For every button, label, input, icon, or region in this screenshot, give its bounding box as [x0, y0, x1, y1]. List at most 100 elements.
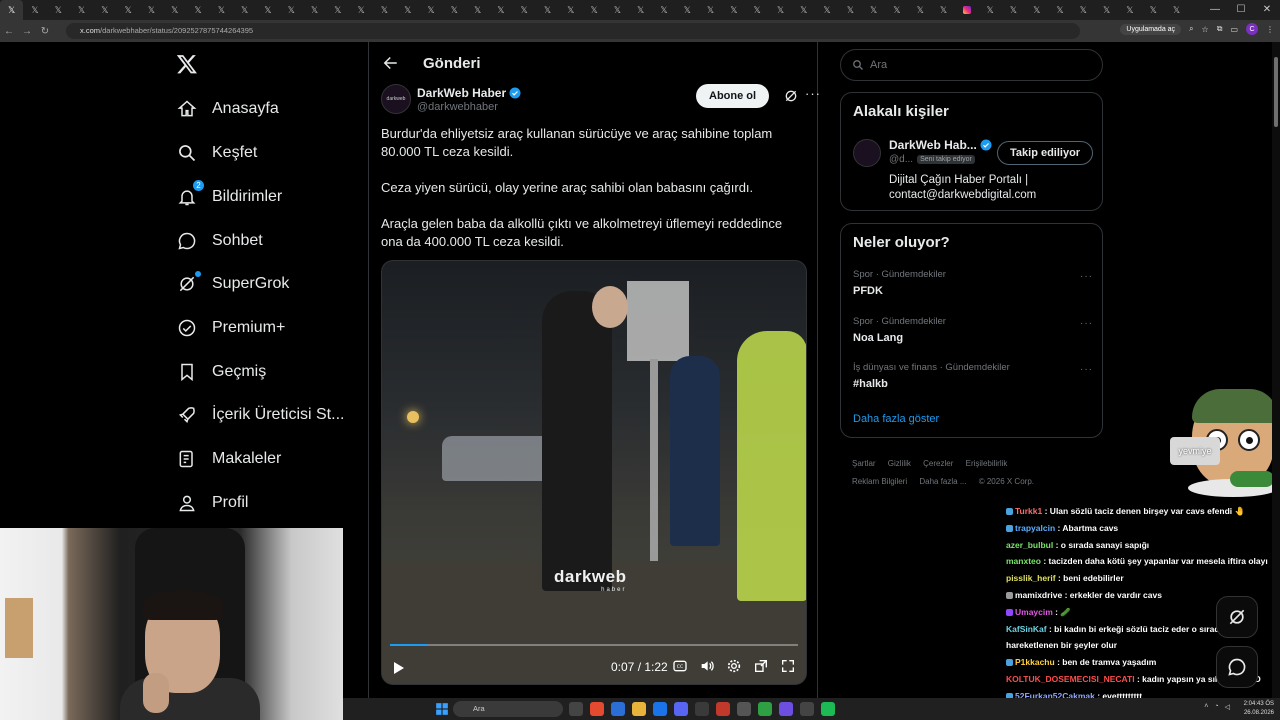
taskbar-clock[interactable]: 2:04:43 ÖS 26.08.2026 [1244, 700, 1274, 718]
browser-tab[interactable]: 𝕏 [443, 0, 466, 20]
related-name[interactable]: DarkWeb Hab... [889, 138, 977, 152]
task-view-icon[interactable] [569, 702, 583, 716]
browser-tab[interactable]: 𝕏 [1002, 0, 1025, 20]
maximize-icon[interactable]: ☐ [1228, 0, 1254, 20]
following-button[interactable]: Takip ediliyor [997, 141, 1094, 165]
browser-tab[interactable]: 𝕏 [722, 0, 745, 20]
browser-tab[interactable]: 𝕏 [23, 0, 46, 20]
search-input[interactable]: Ara [840, 49, 1103, 81]
footer-link[interactable]: Daha fazla ... [919, 477, 966, 486]
trend-more-icon[interactable]: ··· [1080, 318, 1093, 329]
nav-item-articles[interactable]: Makaleler [176, 444, 281, 474]
browser-tab[interactable]: 𝕏 [676, 0, 699, 20]
browser-tab[interactable]: 𝕏 [769, 0, 792, 20]
browser-tab[interactable]: 𝕏 [233, 0, 256, 20]
subscribe-button[interactable]: Abone ol [696, 84, 770, 108]
browser-tab[interactable]: 𝕏 [280, 0, 303, 20]
footer-link[interactable]: Gizlilik [888, 459, 911, 468]
browser-tab[interactable]: 𝕏 [0, 0, 24, 20]
grok-icon[interactable] [783, 88, 799, 104]
nav-item-premium[interactable]: Premium+ [176, 313, 285, 343]
browser-tab[interactable]: 𝕏 [186, 0, 209, 20]
browser-tab[interactable]: 𝕏 [1072, 0, 1095, 20]
nav-item-rocket[interactable]: İçerik Üreticisi St... [176, 400, 344, 430]
browser-tab[interactable]: 𝕏 [303, 0, 326, 20]
star-icon[interactable]: ☆ [1202, 25, 1209, 34]
play-icon[interactable] [390, 660, 406, 676]
author-handle[interactable]: @darkwebhaber [417, 101, 521, 113]
browser-tab[interactable]: 𝕏 [93, 0, 116, 20]
browser-tab[interactable]: 𝕏 [70, 0, 93, 20]
page-scrollbar[interactable] [1272, 42, 1280, 698]
browser-tab[interactable]: 𝕏 [116, 0, 139, 20]
browser-tab[interactable]: 𝕏 [839, 0, 862, 20]
chrome-icon[interactable] [590, 702, 604, 716]
nav-item-bell[interactable]: 2 Bildirimler [176, 180, 282, 212]
footer-link[interactable]: Çerezler [923, 459, 953, 468]
open-in-app-button[interactable]: Uygulamada aç [1120, 23, 1182, 35]
settings-icon[interactable] [737, 702, 751, 716]
spotify-icon[interactable] [821, 702, 835, 716]
popout-icon[interactable] [753, 658, 769, 674]
browser-tab[interactable]: 𝕏 [326, 0, 349, 20]
browser-tab[interactable]: 𝕏 [1095, 0, 1118, 20]
browser-tab[interactable]: 𝕏 [932, 0, 955, 20]
browser-tab[interactable]: 𝕏 [978, 0, 1001, 20]
author-name[interactable]: DarkWeb Haber [417, 86, 506, 100]
browser-tab[interactable]: 𝕏 [536, 0, 559, 20]
scroll-thumb[interactable] [1274, 57, 1278, 127]
volume-tray-icon[interactable]: ◁ [1225, 703, 1230, 711]
browser-tab[interactable]: 𝕏 [862, 0, 885, 20]
taskbar-search[interactable]: Ara [453, 701, 563, 717]
footer-link[interactable]: Şartlar [852, 459, 876, 468]
edge-icon[interactable] [653, 702, 667, 716]
browser-alt-icon[interactable] [758, 702, 772, 716]
tray-chevron-icon[interactable]: ˄ [1204, 703, 1208, 711]
media-icon[interactable] [716, 702, 730, 716]
show-more-link[interactable]: Daha fazla göster [853, 413, 939, 425]
browser-tab[interactable]: 𝕏 [47, 0, 70, 20]
wifi-icon[interactable]: ◔ [1214, 703, 1218, 711]
trend-item[interactable]: İş dünyası ve finans · Gündemdekiler #ha… [853, 362, 1093, 390]
nav-item-chat[interactable]: Sohbet [176, 226, 263, 256]
browser-tab[interactable]: 𝕏 [396, 0, 419, 20]
video-player[interactable]: darkweb haber 0:07 / 1:22 CC [381, 260, 807, 685]
extensions-icon[interactable]: ⧉ [1217, 24, 1223, 34]
browser-tab[interactable]: 𝕏 [373, 0, 396, 20]
browser-tab[interactable]: 𝕏 [466, 0, 489, 20]
zoom-icon[interactable]: ⌕ [1189, 24, 1193, 34]
x-logo-icon[interactable] [176, 53, 198, 75]
url-field[interactable]: x.com/darkwebhaber/status/20925278757442… [66, 23, 1080, 39]
more-options-icon[interactable]: ··· [805, 86, 821, 101]
volume-icon[interactable] [699, 658, 715, 674]
browser-tab[interactable]: 𝕏 [629, 0, 652, 20]
new-tab-button[interactable]: + [1188, 0, 1190, 20]
browser-tab[interactable]: 𝕏 [349, 0, 372, 20]
footer-link[interactable]: Erişilebilirlik [966, 459, 1008, 468]
footer-link[interactable]: Reklam Bilgileri [852, 477, 907, 486]
explorer-icon[interactable] [632, 702, 646, 716]
browser-tab[interactable]: 𝕏 [140, 0, 163, 20]
profile-avatar[interactable]: C [1246, 23, 1258, 35]
browser-tab[interactable]: 𝕏 [419, 0, 442, 20]
back-icon[interactable]: ← [0, 26, 18, 37]
trend-more-icon[interactable]: ··· [1080, 364, 1093, 375]
browser-tab[interactable]: 𝕏 [582, 0, 605, 20]
trend-item[interactable]: Spor · Gündemdekiler Noa Lang ··· [853, 316, 1093, 344]
browser-tab[interactable]: 𝕏 [256, 0, 279, 20]
nav-item-search[interactable]: Keşfet [176, 138, 257, 168]
trend-more-icon[interactable]: ··· [1080, 271, 1093, 282]
nav-item-home[interactable]: Anasayfa [176, 94, 279, 124]
reload-icon[interactable]: ↻ [36, 26, 54, 37]
close-window-icon[interactable]: ✕ [1254, 0, 1280, 20]
sidebar-icon[interactable]: ▭ [1230, 25, 1238, 34]
browser-tab[interactable]: 𝕏 [606, 0, 629, 20]
browser-tab[interactable]: 𝕏 [792, 0, 815, 20]
browser-tab[interactable]: 𝕏 [699, 0, 722, 20]
app-icon[interactable] [800, 702, 814, 716]
obs-icon[interactable] [779, 702, 793, 716]
author-avatar[interactable]: darkweb [381, 84, 411, 114]
messages-fab[interactable] [1216, 646, 1258, 688]
files-icon[interactable] [611, 702, 625, 716]
browser-tab[interactable] [955, 0, 978, 20]
